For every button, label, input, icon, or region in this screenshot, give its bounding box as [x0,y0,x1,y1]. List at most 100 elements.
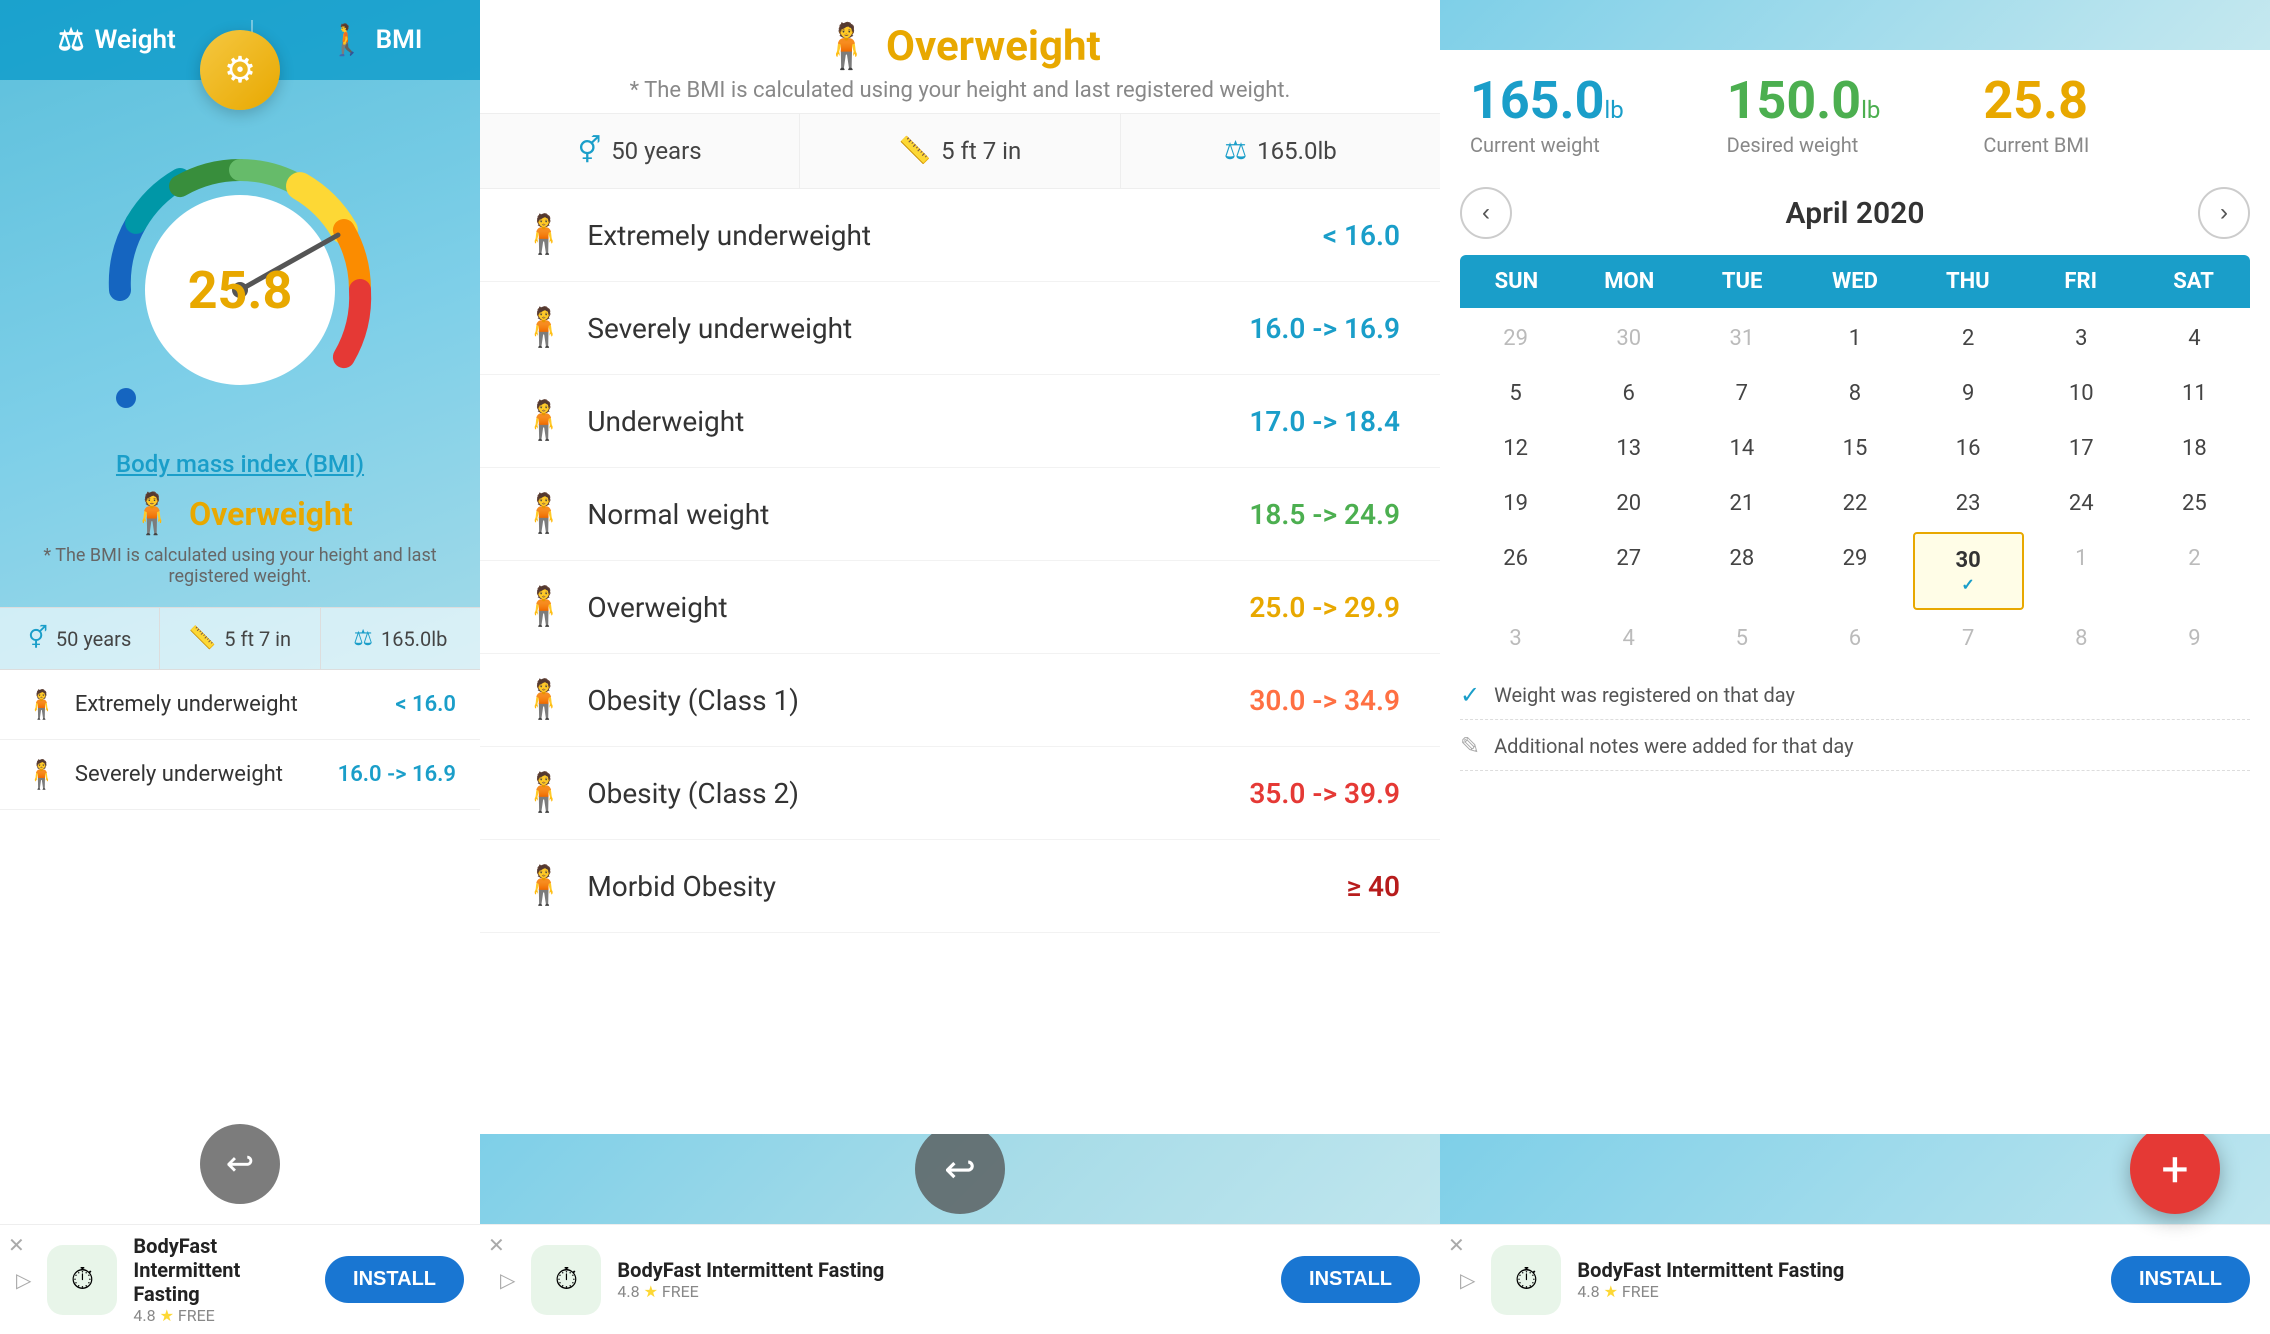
calendar-cell[interactable]: 11 [2139,367,2250,420]
back-button-left[interactable]: ↩ [200,1124,280,1204]
calendar-cell[interactable]: 1 [2026,532,2137,610]
bmi-category-range: < 16.0 [395,692,456,717]
calendar-day-header: MON [1573,255,1686,308]
calendar-cell[interactable]: 18 [2139,422,2250,475]
calendar-cell[interactable]: 31 [1686,312,1797,365]
calendar-cell[interactable]: 23 [1913,477,2024,530]
bmi-category-label: Extremely underweight [587,219,1303,252]
tab-weight[interactable]: ⚖ Weight [58,23,176,58]
bmi-category-range: 16.0 -> 16.9 [338,762,456,787]
calendar-cell[interactable]: 26 [1460,532,1571,610]
ad-info-right: BodyFast Intermittent Fasting 4.8 ★ FREE [1577,1258,2095,1301]
ad-close-mid[interactable]: ✕ [488,1233,505,1257]
calendar-cell[interactable]: 13 [1573,422,1684,475]
mid-weight-pill: ⚖ 165.0lb [1121,114,1440,188]
calendar-cell[interactable]: 14 [1686,422,1797,475]
calendar-day-header: TUE [1686,255,1799,308]
calendar-cell[interactable]: 27 [1573,532,1684,610]
calendar-cell[interactable]: 20 [1573,477,1684,530]
age-value: 50 years [56,627,131,651]
bmi-category-label: Overweight [587,591,1229,624]
calendar-cell[interactable]: 5 [1460,367,1571,420]
calendar-cell[interactable]: 24 [2026,477,2137,530]
calendar-cell[interactable]: 5 [1686,612,1797,665]
current-bmi-label: Current BMI [1983,133,2240,157]
bmi-category-icon: 🧍 [520,306,567,350]
ad-install-right[interactable]: INSTALL [2111,1256,2250,1303]
calendar-prev-button[interactable]: ‹ [1460,187,1512,239]
bmi-label[interactable]: Body mass index (BMI) [116,450,364,478]
calendar-cell[interactable]: 8 [1799,367,1910,420]
calendar-cell[interactable]: 6 [1799,612,1910,665]
bmi-row: 🧍 Normal weight 18.5 -> 24.9 [480,468,1440,561]
calendar-cell[interactable]: 22 [1799,477,1910,530]
ad-info-left: BodyFast Intermittent Fasting 4.8 ★ FREE [133,1234,309,1325]
calendar-cell[interactable]: 4 [1573,612,1684,665]
calendar-cell[interactable]: 10 [2026,367,2137,420]
calendar-cell[interactable]: 12 [1460,422,1571,475]
calendar-day-header: WED [1799,255,1912,308]
calendar-cell[interactable]: 17 [2026,422,2137,475]
calendar-cell[interactable]: 21 [1686,477,1797,530]
ad-close-left[interactable]: ✕ [8,1233,25,1257]
bmi-category-range: 30.0 -> 34.9 [1249,684,1400,717]
back-button-mid[interactable]: ↩ [915,1134,1005,1214]
bmi-row: 🧍 Extremely underweight < 16.0 [480,189,1440,282]
ad-install-mid[interactable]: INSTALL [1281,1256,1420,1303]
calendar-cell[interactable]: 6 [1573,367,1684,420]
bmi-category-label: Extremely underweight [75,692,379,717]
calendar-cell[interactable]: 3 [2026,312,2137,365]
calendar-cell[interactable]: 25 [2139,477,2250,530]
ad-info-mid: BodyFast Intermittent Fasting 4.8 ★ FREE [617,1258,1265,1301]
right-stats: 165.0lb Current weight 150.0lb Desired w… [1440,50,2270,177]
legend-pencil-item: ✎ Additional notes were added for that d… [1460,732,2250,771]
ad-play-mid[interactable]: ▷ [500,1268,515,1292]
calendar-cell[interactable]: 9 [1913,367,2024,420]
ad-play-left[interactable]: ▷ [16,1268,31,1292]
mid-title: Overweight [886,22,1101,71]
calendar-cell[interactable]: 30 [1573,312,1684,365]
calendar-cell[interactable]: 7 [1686,367,1797,420]
calendar-cell[interactable]: 3 [1460,612,1571,665]
calendar-cell[interactable]: 15 [1799,422,1910,475]
bmi-category-icon: 🧍 [520,864,567,908]
ad-play-right[interactable]: ▷ [1460,1268,1475,1292]
calendar-day-header: THU [1911,255,2024,308]
add-button-right[interactable]: + [2130,1134,2220,1214]
mid-top-banner: 🧍 Overweight * The BMI is calculated usi… [480,0,1440,113]
bmi-status-text: Overweight [189,495,353,533]
tab-bmi[interactable]: 🚶 BMI [328,23,422,58]
bmi-category-label: Normal weight [587,498,1229,531]
calendar-cell[interactable]: 30 [1913,532,2024,610]
ad-title-left: BodyFast Intermittent Fasting [133,1234,309,1306]
mid-height-icon: 📏 [899,136,931,166]
calendar-cell[interactable]: 19 [1460,477,1571,530]
bmi-category-range: < 16.0 [1323,219,1400,252]
calendar-cell[interactable]: 7 [1913,612,2024,665]
mid-age-pill: ⚥ 50 years [480,114,800,188]
bmi-gauge: 25.8 [90,140,390,440]
calendar-cell[interactable]: 2 [2139,532,2250,610]
calendar-cell[interactable]: 4 [2139,312,2250,365]
calendar-cell[interactable]: 29 [1799,532,1910,610]
calendar-cell[interactable]: 8 [2026,612,2137,665]
calendar-cell[interactable]: 2 [1913,312,2024,365]
calendar-cell[interactable]: 28 [1686,532,1797,610]
calendar-cell[interactable]: 16 [1913,422,2024,475]
calendar-cell[interactable]: 29 [1460,312,1571,365]
bmi-note: * The BMI is calculated using your heigh… [0,545,480,587]
calendar-cell[interactable]: 9 [2139,612,2250,665]
calendar-cell[interactable]: 1 [1799,312,1910,365]
bmi-category-icon: 🧍 [24,758,59,791]
calendar-next-button[interactable]: › [2198,187,2250,239]
desired-weight-label: Desired weight [1727,133,1984,157]
right-top-bg [1440,0,2270,50]
settings-button[interactable]: ⚙ [200,30,280,110]
bmi-category-icon: 🧍 [520,678,567,722]
legend-pencil-icon: ✎ [1460,732,1480,760]
ad-close-right[interactable]: ✕ [1448,1233,1465,1257]
bmi-category-label: Underweight [587,405,1229,438]
bmi-category-range: 25.0 -> 29.9 [1249,591,1400,624]
height-pill: 📏 5 ft 7 in [160,608,320,669]
ad-install-left[interactable]: INSTALL [325,1256,464,1303]
